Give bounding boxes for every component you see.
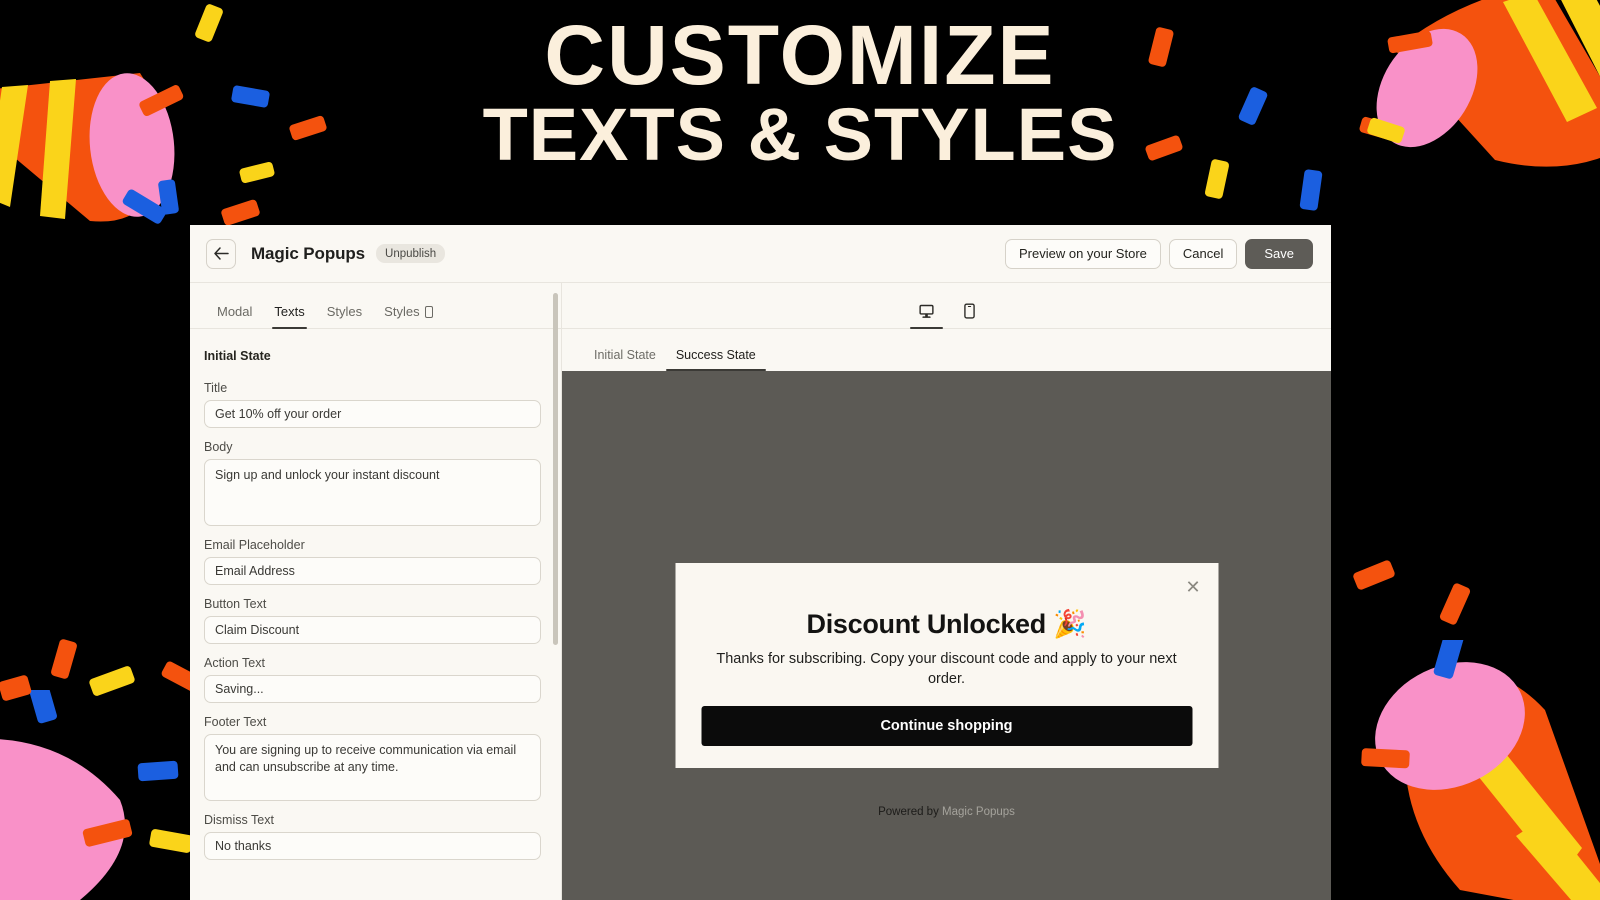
device-desktop-button[interactable] xyxy=(909,304,943,329)
party-popper-top-left xyxy=(0,73,184,224)
field-dismiss-text-label: Dismiss Text xyxy=(204,813,274,827)
preview-canvas: Zoom(100%) ✕ Discount Unlocked 🎉 Thanks … xyxy=(562,371,1331,900)
confetti-piece xyxy=(288,114,328,142)
field-button-text-label: Button Text xyxy=(204,597,267,611)
confetti-piece xyxy=(238,161,276,184)
email-placeholder-input[interactable]: Email Address xyxy=(204,557,541,585)
confetti-piece xyxy=(220,198,261,227)
tab-modal-label: Modal xyxy=(217,304,253,319)
confetti-piece xyxy=(1204,158,1230,200)
close-icon[interactable]: ✕ xyxy=(1183,577,1203,597)
mobile-icon xyxy=(963,303,975,319)
tab-styles-label: Styles xyxy=(326,304,363,319)
tab-styles-mobile-label: Styles xyxy=(384,304,420,319)
app-window: Magic Popups Unpublish Preview on your S… xyxy=(190,225,1331,900)
body-textarea[interactable]: Sign up and unlock your instant discount xyxy=(204,459,541,526)
popup-title: Discount Unlocked 🎉 xyxy=(806,609,1087,639)
footer-text-textarea[interactable]: You are signing up to receive communicat… xyxy=(204,734,541,801)
field-title-label: Title xyxy=(204,381,228,395)
tab-texts-label: Texts xyxy=(274,304,305,319)
texts-form: Initial State Title Get 10% off your ord… xyxy=(190,329,561,900)
back-button[interactable] xyxy=(206,238,236,269)
field-footer-text-label: Footer Text xyxy=(204,715,267,729)
field-dismiss-text: Dismiss Text No thanks xyxy=(204,813,541,860)
title-input[interactable]: Get 10% off your order xyxy=(204,400,541,428)
state-tab-success[interactable]: Success State xyxy=(665,348,766,371)
field-body: Body Sign up and unlock your instant dis… xyxy=(204,440,541,526)
party-popper-top-right xyxy=(1359,0,1600,167)
confetti-piece xyxy=(230,84,271,109)
field-body-label: Body xyxy=(204,440,233,454)
field-email-placeholder: Email Placeholder Email Address xyxy=(204,538,541,585)
preview-pane: Initial State Success State Zoom(100%) ✕… xyxy=(562,283,1331,900)
tab-styles[interactable]: Styles xyxy=(316,304,373,328)
powered-by-brand: Magic Popups xyxy=(942,806,1015,818)
state-tabs: Initial State Success State xyxy=(562,329,1331,371)
confetti-piece xyxy=(1147,26,1175,68)
continue-shopping-button[interactable]: Continue shopping xyxy=(701,705,1192,746)
confetti-piece xyxy=(1438,582,1472,626)
field-action-text-label: Action Text xyxy=(204,656,265,670)
desktop-icon xyxy=(918,304,934,318)
party-popper-bottom-right xyxy=(1361,640,1600,900)
status-badge: Unpublish xyxy=(376,244,446,263)
button-text-input[interactable]: Claim Discount xyxy=(204,616,541,644)
device-toggle-group xyxy=(562,283,1331,329)
section-title-initial-state: Initial State xyxy=(204,349,271,363)
arrow-left-icon xyxy=(213,247,229,260)
app-body: Modal Texts Styles Styles Initial State xyxy=(190,283,1331,900)
party-popper-bottom-left xyxy=(0,690,133,900)
preview-on-store-button[interactable]: Preview on your Store xyxy=(1004,238,1161,269)
sidebar-scrollbar-thumb[interactable] xyxy=(552,293,558,645)
screenshot-root: CUSTOMIZE TEXTS & STYLES Magic Popups Un… xyxy=(0,0,1600,900)
field-email-placeholder-label: Email Placeholder xyxy=(204,538,305,552)
app-header: Magic Popups Unpublish Preview on your S… xyxy=(190,225,1331,283)
save-button[interactable]: Save xyxy=(1245,238,1313,269)
action-text-input[interactable]: Saving... xyxy=(204,675,541,703)
tab-texts[interactable]: Texts xyxy=(263,304,315,329)
popup-body: Thanks for subscribing. Copy your discou… xyxy=(716,651,1177,688)
confetti-piece xyxy=(1352,559,1396,591)
page-title: Magic Popups xyxy=(251,243,366,263)
powered-by: Powered by Magic Popups xyxy=(562,806,1331,818)
field-action-text: Action Text Saving... xyxy=(204,656,541,703)
field-title: Title Get 10% off your order xyxy=(204,381,541,428)
tab-styles-mobile[interactable]: Styles xyxy=(373,304,443,328)
field-button-text: Button Text Claim Discount xyxy=(204,597,541,644)
confetti-piece xyxy=(1144,134,1184,162)
field-footer-text: Footer Text You are signing up to receiv… xyxy=(204,715,541,801)
tab-modal[interactable]: Modal xyxy=(206,304,263,328)
mobile-icon xyxy=(424,305,433,318)
confetti-piece xyxy=(137,760,179,782)
device-mobile-button[interactable] xyxy=(963,303,975,328)
confetti-piece xyxy=(50,638,78,680)
sidebar-scrollbar[interactable] xyxy=(551,283,561,900)
cancel-button[interactable]: Cancel xyxy=(1168,238,1238,269)
popup-preview-modal: ✕ Discount Unlocked 🎉 Thanks for subscri… xyxy=(675,563,1218,768)
state-tab-initial[interactable]: Initial State xyxy=(584,348,666,371)
editor-tabs: Modal Texts Styles Styles xyxy=(190,283,561,329)
dismiss-text-input[interactable]: No thanks xyxy=(204,832,541,860)
editor-sidebar: Modal Texts Styles Styles Initial State xyxy=(190,283,562,900)
powered-by-prefix: Powered by xyxy=(878,806,943,818)
